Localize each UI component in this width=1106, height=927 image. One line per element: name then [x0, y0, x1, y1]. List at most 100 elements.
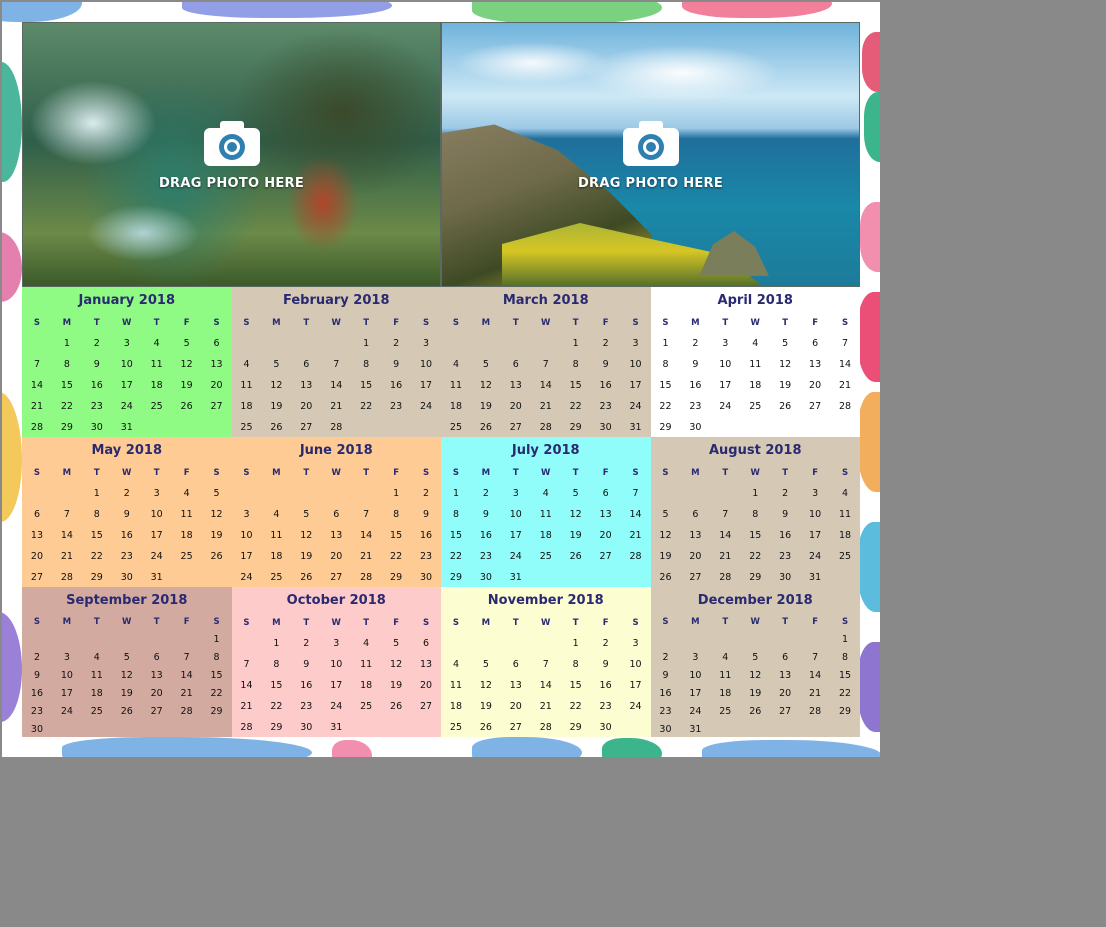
photo-islet	[699, 231, 769, 276]
day-cell: 7	[722, 509, 729, 520]
day-cell: 9	[423, 509, 430, 520]
day-cell: 6	[33, 509, 40, 520]
day-cell: 17	[150, 530, 163, 541]
day-cell: 24	[120, 401, 133, 412]
day-cell: 26	[270, 422, 283, 433]
day-cell: 26	[569, 551, 582, 562]
day-cell: 14	[629, 509, 642, 520]
day-cell: 1	[63, 338, 70, 349]
day-cell: 29	[569, 722, 582, 733]
weekday-header: S	[841, 318, 849, 328]
day-cell: 10	[509, 509, 522, 520]
weekday-header: T	[153, 617, 160, 627]
day-cell: 25	[719, 706, 732, 717]
photo-drop-zone-left[interactable]: DRAG PHOTO HERE	[22, 22, 441, 287]
day-cell: 25	[270, 572, 283, 583]
day-cell: 24	[689, 706, 702, 717]
day-cell: 21	[539, 401, 552, 412]
day-cell: 27	[210, 401, 223, 412]
day-cell: 14	[809, 670, 822, 681]
decor-blob	[602, 738, 662, 757]
day-cell: 25	[449, 722, 462, 733]
month-block: August 2018 S M T W T F S 1 2 3 4 5 6 7 8 9 10 11 12 13 14 15 1…	[650, 437, 860, 587]
day-cell: 19	[569, 530, 582, 541]
empty-day-cell	[531, 633, 561, 654]
day-cell: 6	[423, 638, 430, 649]
day-cell: 20	[210, 380, 223, 391]
day-cell: 18	[180, 530, 193, 541]
month-days: S M T W T F S 1 2 3 4 5 6 7 8 9 10 11 12 13 14 15 16 17 18 19 20 21…	[441, 313, 651, 437]
day-cell: 30	[300, 722, 313, 733]
weekday-header: W	[750, 617, 760, 627]
day-cell: 5	[273, 359, 280, 370]
day-cell: 27	[419, 701, 433, 712]
weekday-header: S	[33, 468, 41, 478]
day-cell: 11	[449, 680, 462, 691]
day-cell: 18	[449, 701, 462, 712]
day-cell: 21	[240, 701, 253, 712]
weekday-header: S	[452, 318, 460, 328]
day-cell: 13	[809, 359, 822, 370]
day-cell: 12	[749, 670, 762, 681]
day-cell: 12	[180, 359, 193, 370]
day-cell: 7	[542, 659, 549, 670]
day-cell: 9	[123, 509, 130, 520]
day-cell: 31	[509, 572, 522, 583]
day-cell: 25	[180, 551, 193, 562]
day-cell: 15	[390, 530, 403, 541]
day-cell: 25	[150, 401, 163, 412]
day-cell: 14	[330, 380, 343, 391]
month-days: S M T W T F S 1 2 3 4 5 6 7 8 9 10 11 12 13 14 15 16 17 18 19 20 21…	[441, 463, 651, 587]
drag-photo-label: DRAG PHOTO HERE	[158, 176, 305, 191]
day-cell: 19	[210, 530, 223, 541]
day-cell: 2	[692, 338, 699, 349]
month-days: S M T W T F S 1 2 3 4 5 6 7 8 9 10 11 12 13 14 15 16 17 18 19 20 21…	[232, 463, 442, 587]
decor-blob	[860, 202, 880, 272]
day-cell: 3	[722, 338, 729, 349]
day-cell: 9	[303, 659, 310, 670]
day-cell: 28	[240, 722, 253, 733]
day-cell: 4	[153, 338, 160, 349]
day-cell: 3	[243, 509, 250, 520]
photo-drop-prompt: DRAG PHOTO HERE	[23, 118, 440, 191]
day-cell: 10	[419, 359, 433, 370]
empty-day-cell	[142, 631, 172, 649]
decor-blob	[862, 32, 880, 92]
day-cell: 2	[423, 488, 430, 499]
day-cell: 2	[602, 338, 609, 349]
day-cell: 23	[419, 551, 433, 562]
day-cell: 6	[153, 652, 160, 663]
day-cell: 19	[270, 401, 283, 412]
day-cell: 6	[303, 359, 310, 370]
day-cell: 17	[419, 380, 433, 391]
day-cell: 23	[779, 551, 792, 562]
decor-blob	[332, 740, 372, 757]
month-title: October 2018	[286, 593, 386, 608]
empty-day-cell	[321, 333, 351, 354]
day-cell: 19	[180, 380, 193, 391]
day-cell: 17	[689, 688, 702, 699]
day-cell: 1	[363, 338, 370, 349]
day-cell: 11	[838, 509, 852, 520]
weekday-header: M	[481, 468, 491, 478]
empty-day-cell	[651, 483, 681, 504]
month-days: S M T W T F S 1 2 3 4 5 6 7 8 9 10 11 12 13 14 15 16 17 18 19 20 21…	[651, 313, 861, 437]
day-cell: 1	[572, 638, 579, 649]
day-cell: 4	[752, 338, 759, 349]
empty-day-cell	[172, 631, 202, 649]
day-cell: 28	[60, 572, 73, 583]
weekday-header: M	[272, 318, 281, 328]
weekday-header: M	[691, 468, 700, 478]
day-cell: 17	[629, 680, 642, 691]
photo-drop-zone-right[interactable]: DRAG PHOTO HERE	[441, 22, 860, 287]
empty-day-cell	[770, 631, 800, 649]
weekday-header: S	[452, 618, 460, 628]
day-cell: 13	[419, 659, 433, 670]
empty-day-cell	[800, 631, 830, 649]
day-cell: 8	[752, 509, 759, 520]
weekday-header: S	[841, 617, 849, 627]
empty-day-cell	[22, 631, 52, 649]
day-cell: 29	[659, 422, 672, 433]
weekday-header: W	[750, 318, 760, 328]
empty-day-cell	[232, 333, 262, 354]
